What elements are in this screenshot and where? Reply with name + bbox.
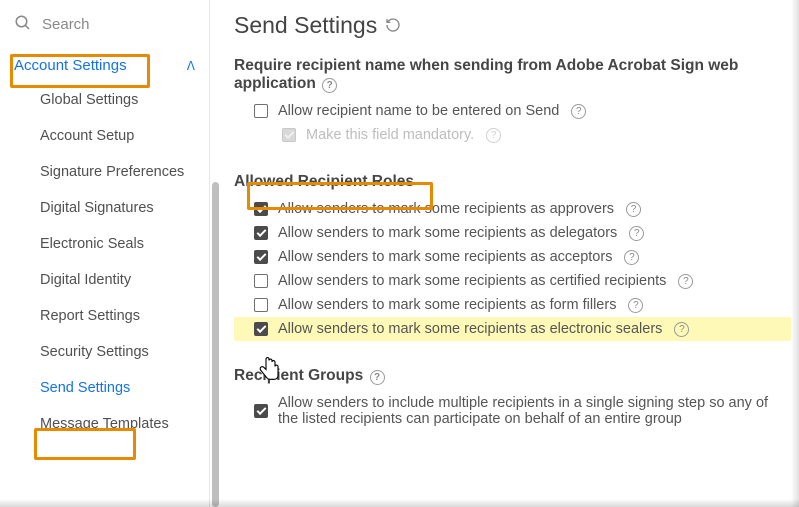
help-icon[interactable] <box>678 274 693 289</box>
refresh-icon[interactable] <box>385 12 401 39</box>
help-icon[interactable] <box>626 202 641 217</box>
option-allow-recipient-name[interactable]: Allow recipient name to be entered on Se… <box>234 99 791 123</box>
section-require-name-heading: Require recipient name when sending from… <box>234 57 791 93</box>
search-input[interactable]: Search <box>0 10 209 49</box>
help-icon[interactable] <box>674 322 689 337</box>
sidebar: Search Account Settings ᐱ Global Setting… <box>0 0 210 507</box>
help-icon <box>486 128 501 143</box>
option-role-form-fillers[interactable]: Allow senders to mark some recipients as… <box>234 293 791 317</box>
sidebar-item-report-settings[interactable]: Report Settings <box>0 298 209 334</box>
sidebar-item-send-settings[interactable]: Send Settings <box>0 370 209 406</box>
sidebar-item-signature-preferences[interactable]: Signature Preferences <box>0 154 209 190</box>
sidebar-parent-account-settings[interactable]: Account Settings ᐱ <box>0 49 209 82</box>
checkbox-icon[interactable] <box>254 104 268 118</box>
help-icon[interactable] <box>628 298 643 313</box>
sidebar-item-message-templates[interactable]: Message Templates <box>0 406 209 442</box>
sidebar-item-account-setup[interactable]: Account Setup <box>0 118 209 154</box>
help-icon[interactable] <box>624 250 639 265</box>
option-role-certified[interactable]: Allow senders to mark some recipients as… <box>234 269 791 293</box>
sidebar-parent-label: Account Settings <box>14 57 127 74</box>
help-icon[interactable] <box>322 78 337 93</box>
checkbox-icon[interactable] <box>254 274 268 288</box>
search-icon <box>14 14 32 35</box>
checkbox-icon <box>282 128 296 142</box>
help-icon[interactable] <box>629 226 644 241</box>
help-icon[interactable] <box>571 104 586 119</box>
sidebar-item-security-settings[interactable]: Security Settings <box>0 334 209 370</box>
checkbox-icon[interactable] <box>254 226 268 240</box>
option-recipient-groups[interactable]: Allow senders to include multiple recipi… <box>234 391 791 431</box>
checkbox-icon[interactable] <box>254 298 268 312</box>
option-role-electronic-sealers[interactable]: Allow senders to mark some recipients as… <box>234 317 791 341</box>
sidebar-item-global-settings[interactable]: Global Settings <box>0 82 209 118</box>
option-role-acceptors[interactable]: Allow senders to mark some recipients as… <box>234 245 791 269</box>
section-allowed-roles-heading: Allowed Recipient Roles <box>234 173 414 191</box>
scrollbar[interactable] <box>212 182 219 507</box>
page-title: Send Settings <box>234 12 791 39</box>
checkbox-icon[interactable] <box>254 322 268 336</box>
chevron-up-icon: ᐱ <box>187 59 195 73</box>
checkbox-icon[interactable] <box>254 250 268 264</box>
section-recipient-groups-heading: Recipient Groups <box>234 367 385 385</box>
sidebar-item-digital-identity[interactable]: Digital Identity <box>0 262 209 298</box>
search-placeholder: Search <box>42 16 90 33</box>
checkbox-icon[interactable] <box>254 404 268 418</box>
option-make-mandatory: Make this field mandatory. <box>234 123 791 147</box>
checkbox-icon[interactable] <box>254 202 268 216</box>
help-icon[interactable] <box>370 370 385 385</box>
sidebar-item-electronic-seals[interactable]: Electronic Seals <box>0 226 209 262</box>
main-panel: Send Settings Require recipient name whe… <box>210 0 799 507</box>
sidebar-item-digital-signatures[interactable]: Digital Signatures <box>0 190 209 226</box>
option-role-delegators[interactable]: Allow senders to mark some recipients as… <box>234 221 791 245</box>
option-role-approvers[interactable]: Allow senders to mark some recipients as… <box>234 197 791 221</box>
